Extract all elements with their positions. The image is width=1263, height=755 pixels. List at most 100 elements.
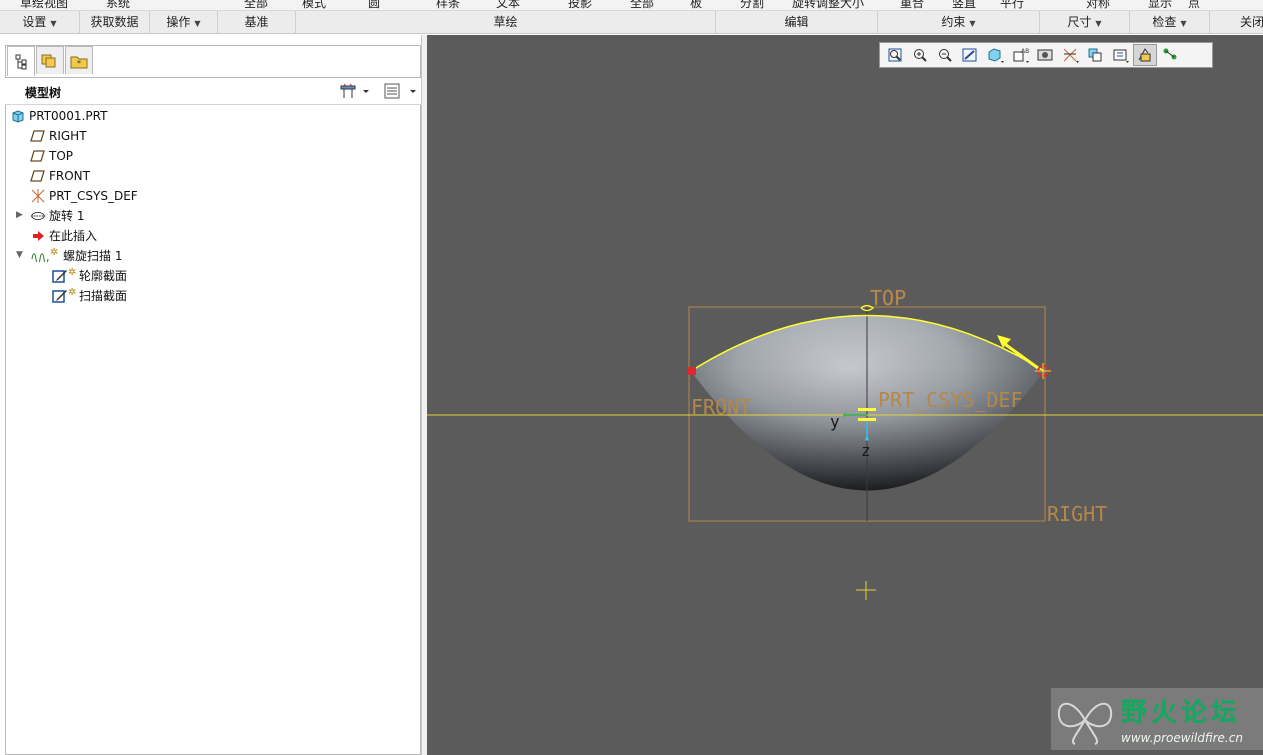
tree-columns-icon[interactable] xyxy=(383,82,417,103)
part-icon xyxy=(10,108,26,124)
tree-item[interactable]: 旋转 1 xyxy=(30,206,84,226)
zoom-in-icon xyxy=(914,49,927,62)
group-get-data[interactable]: 获取数据 xyxy=(80,11,150,33)
view-toolbar-button[interactable] xyxy=(1133,44,1157,66)
tree-item-label: TOP xyxy=(49,149,74,163)
tree-item[interactable]: ✲ 轮廓截面 xyxy=(52,266,127,286)
ribbon-cmd-point[interactable]: 点 xyxy=(1188,0,1200,10)
tab-model-tree[interactable] xyxy=(7,46,35,76)
ribbon-cmd-board[interactable]: 板 xyxy=(690,0,702,10)
ribbon-cmd-parallel[interactable]: 平行 xyxy=(1000,0,1024,10)
ribbon-cmd-project[interactable]: 投影 xyxy=(568,0,592,10)
group-operations[interactable]: 操作 ▼ xyxy=(150,11,218,33)
datum-label-front: FRONT xyxy=(691,395,751,419)
tree-item-label: PRT_CSYS_DEF xyxy=(49,189,138,203)
folder-browser-icon xyxy=(41,54,56,67)
model-tree-icon xyxy=(15,54,27,69)
ribbon-cmd-display[interactable]: 显示 xyxy=(1148,0,1172,10)
tree-settings-icon[interactable] xyxy=(338,82,370,103)
view-toolbar-button[interactable] xyxy=(1083,44,1107,66)
group-sketching[interactable]: 草绘 xyxy=(296,11,716,33)
view-toolbar-button[interactable] xyxy=(1158,44,1182,66)
expand-arrow-icon[interactable]: ▶ xyxy=(16,210,23,220)
tree-item-label: 扫描截面 xyxy=(79,289,128,303)
tree-item[interactable]: RIGHT xyxy=(30,126,87,146)
view-toolbar-button[interactable] xyxy=(958,44,982,66)
group-dimension[interactable]: 尺寸 ▼ xyxy=(1040,11,1130,33)
chevron-down-icon: ▼ xyxy=(1095,19,1102,28)
collapse-arrow-icon[interactable]: ▼ xyxy=(16,250,23,260)
tree-item[interactable]: PRT_CSYS_DEF xyxy=(30,186,138,206)
group-editing-label: 编辑 xyxy=(784,15,809,29)
tab-folder-browser[interactable] xyxy=(36,46,64,74)
modified-star-icon: ✲ xyxy=(68,287,77,298)
group-inspect[interactable]: 检查 ▼ xyxy=(1130,11,1210,33)
saved-orientations-icon: AB xyxy=(1013,48,1029,63)
axis-label-y: y xyxy=(830,412,840,431)
watermark-url: www.proewildfire.cn xyxy=(1121,731,1243,745)
tree-item[interactable]: TOP xyxy=(30,146,73,166)
favorites-icon: * xyxy=(70,56,88,68)
group-constrain[interactable]: 约束 ▼ xyxy=(878,11,1040,33)
ribbon-cmd-symmetric[interactable]: 对称 xyxy=(1086,0,1110,10)
ribbon-cmd-select-all[interactable]: 全部 xyxy=(244,0,268,10)
tree-item[interactable]: FRONT xyxy=(30,166,90,186)
watermark-title: 野火论坛 xyxy=(1121,698,1242,728)
tree-item[interactable]: PRT0001.PRT xyxy=(10,106,107,126)
tree-item-label: 旋转 1 xyxy=(49,209,85,223)
group-dimension-label: 尺寸 xyxy=(1067,15,1092,29)
group-get-data-label: 获取数据 xyxy=(90,15,139,29)
sketch-canvas: TOP FRONT PRT_CSYS_DEF RIGHT y z xyxy=(427,286,1263,600)
csys-icon xyxy=(30,188,46,204)
datum-plane-icon xyxy=(30,128,46,144)
model-tree-title: 模型树 xyxy=(25,86,62,100)
ribbon-cmd-coincident[interactable]: 重合 xyxy=(900,0,924,10)
datum-plane-icon xyxy=(30,168,46,184)
model-tree-header: 模型树 xyxy=(5,77,421,105)
sketch-icon xyxy=(52,268,68,284)
group-sketching-label: 草绘 xyxy=(493,15,518,29)
ribbon-cmd-spline[interactable]: 样条 xyxy=(436,0,460,10)
tree-item-label: 轮廓截面 xyxy=(79,269,128,283)
svg-text:*: * xyxy=(77,59,81,68)
datum-plane-icon xyxy=(30,148,46,164)
view-toolbar-button[interactable] xyxy=(1108,44,1132,66)
axis-label-z: z xyxy=(861,441,871,460)
ribbon-cmd-vertical[interactable]: 竖直 xyxy=(952,0,976,10)
ribbon-cmd-system[interactable]: 系统 xyxy=(106,0,130,10)
ribbon-cmd-rotate-resize[interactable]: 旋转调整大小 xyxy=(792,0,864,10)
ribbon-cmd-circle[interactable]: 圆 xyxy=(368,0,380,10)
revolve-icon xyxy=(30,208,46,224)
group-editing[interactable]: 编辑 xyxy=(716,11,878,33)
graphics-viewport[interactable]: TOP FRONT PRT_CSYS_DEF RIGHT y z AB 野火论坛… xyxy=(427,35,1263,755)
view-toolbar-button[interactable] xyxy=(933,44,957,66)
ribbon-cmd-sketch-view[interactable]: 草绘视图 xyxy=(20,0,68,10)
tree-item[interactable]: 在此插入 xyxy=(30,226,97,246)
helical-sweep-icon xyxy=(30,248,52,264)
ribbon-cmd-divide[interactable]: 分割 xyxy=(740,0,764,10)
group-datum-label: 基准 xyxy=(244,15,269,29)
group-settings[interactable]: 设置 ▼ xyxy=(0,11,80,33)
view-toolbar-button[interactable] xyxy=(1058,44,1082,66)
insert-here-arrow-icon xyxy=(30,228,46,244)
group-close[interactable]: 关闭 xyxy=(1210,11,1263,33)
view-toolbar-button[interactable]: AB xyxy=(1008,44,1032,66)
chevron-down-icon: ▼ xyxy=(969,19,976,28)
view-toolbar-button[interactable] xyxy=(883,44,907,66)
tree-item[interactable]: ✲ 扫描截面 xyxy=(52,286,127,306)
ribbon-cmd-mode[interactable]: 模式 xyxy=(302,0,326,10)
ribbon-command-strip: 草绘视图 系统 全部 模式 圆 样条 文本 投影 全部 板 分割 旋转调整大小 … xyxy=(0,0,1263,11)
ribbon-cmd-all[interactable]: 全部 xyxy=(630,0,654,10)
view-toolbar-button[interactable] xyxy=(1033,44,1057,66)
view-toolbar-button[interactable] xyxy=(908,44,932,66)
profile-endpoint-left[interactable] xyxy=(688,367,696,375)
view-toolbar-button[interactable] xyxy=(983,44,1007,66)
chevron-down-icon: ▼ xyxy=(194,19,201,28)
modified-star-icon: ✲ xyxy=(68,267,77,278)
tab-favorites[interactable]: * xyxy=(65,46,93,74)
ribbon-cmd-text[interactable]: 文本 xyxy=(496,0,520,10)
chevron-down-icon: ▼ xyxy=(1180,19,1187,28)
group-datum[interactable]: 基准 xyxy=(218,11,296,33)
group-operations-label: 操作 xyxy=(166,15,191,29)
spin-center-icon xyxy=(1113,49,1129,63)
